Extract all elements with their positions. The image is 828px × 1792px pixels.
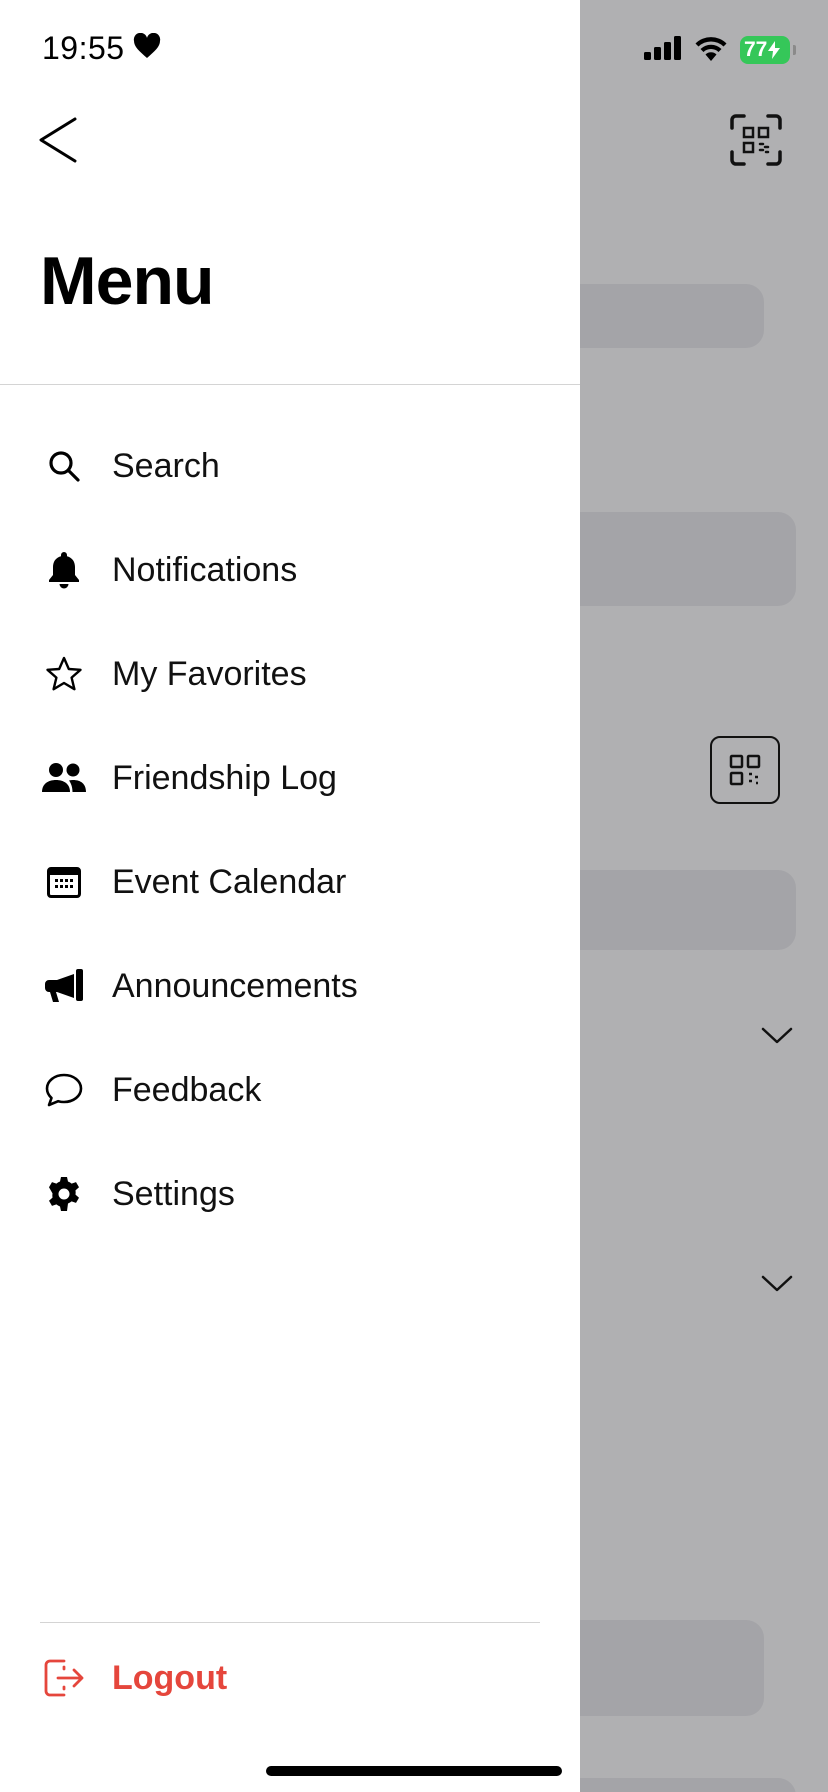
menu-item-settings[interactable]: Settings — [0, 1142, 580, 1246]
bell-icon — [42, 548, 86, 592]
divider — [0, 384, 580, 385]
side-drawer: 19:55 Menu Search Notifications My Favor… — [0, 0, 580, 1792]
divider — [40, 1622, 540, 1623]
back-button[interactable] — [34, 112, 82, 172]
logout-label: Logout — [112, 1658, 228, 1697]
gear-icon — [42, 1172, 86, 1216]
menu-list: Search Notifications My Favorites Friend… — [0, 414, 580, 1246]
chevron-down-icon — [760, 1272, 794, 1294]
heart-icon — [133, 32, 161, 64]
background-card — [560, 1620, 764, 1716]
battery-level: 77 — [744, 38, 768, 61]
chevron-down-icon — [760, 1024, 794, 1046]
status-bar-time: 19:55 — [42, 30, 161, 67]
menu-item-label: My Favorites — [112, 654, 307, 693]
menu-item-friendship-log[interactable]: Friendship Log — [0, 726, 580, 830]
menu-item-label: Friendship Log — [112, 758, 337, 797]
menu-item-notifications[interactable]: Notifications — [0, 518, 580, 622]
logout-icon — [42, 1656, 86, 1700]
speech-bubble-icon — [42, 1068, 86, 1112]
qr-scan-icon — [730, 114, 782, 166]
menu-item-label: Settings — [112, 1174, 235, 1213]
menu-item-label: Search — [112, 446, 220, 485]
wifi-icon — [694, 35, 728, 66]
chevron-left-icon — [38, 116, 78, 169]
status-bar-indicators: 77 — [644, 34, 796, 66]
menu-item-label: Feedback — [112, 1070, 262, 1109]
menu-item-announcements[interactable]: Announcements — [0, 934, 580, 1038]
background-card — [560, 1778, 796, 1792]
qr-code-icon — [710, 736, 780, 804]
calendar-icon — [42, 860, 86, 904]
people-icon — [42, 756, 86, 800]
background-card — [560, 870, 796, 950]
menu-item-search[interactable]: Search — [0, 414, 580, 518]
menu-item-feedback[interactable]: Feedback — [0, 1038, 580, 1142]
menu-item-my-favorites[interactable]: My Favorites — [0, 622, 580, 726]
logout-button[interactable]: Logout — [42, 1650, 227, 1706]
menu-item-event-calendar[interactable]: Event Calendar — [0, 830, 580, 934]
menu-item-label: Announcements — [112, 966, 358, 1005]
battery-icon: 77 — [740, 36, 796, 64]
megaphone-icon — [42, 964, 86, 1008]
home-indicator — [266, 1766, 562, 1776]
star-icon — [42, 652, 86, 696]
background-field — [560, 284, 764, 348]
menu-item-label: Event Calendar — [112, 862, 347, 901]
background-card — [560, 512, 796, 606]
signal-icon — [644, 35, 682, 65]
menu-item-label: Notifications — [112, 550, 298, 589]
search-icon — [42, 444, 86, 488]
clock-time: 19:55 — [42, 30, 125, 66]
page-title: Menu — [40, 243, 215, 319]
